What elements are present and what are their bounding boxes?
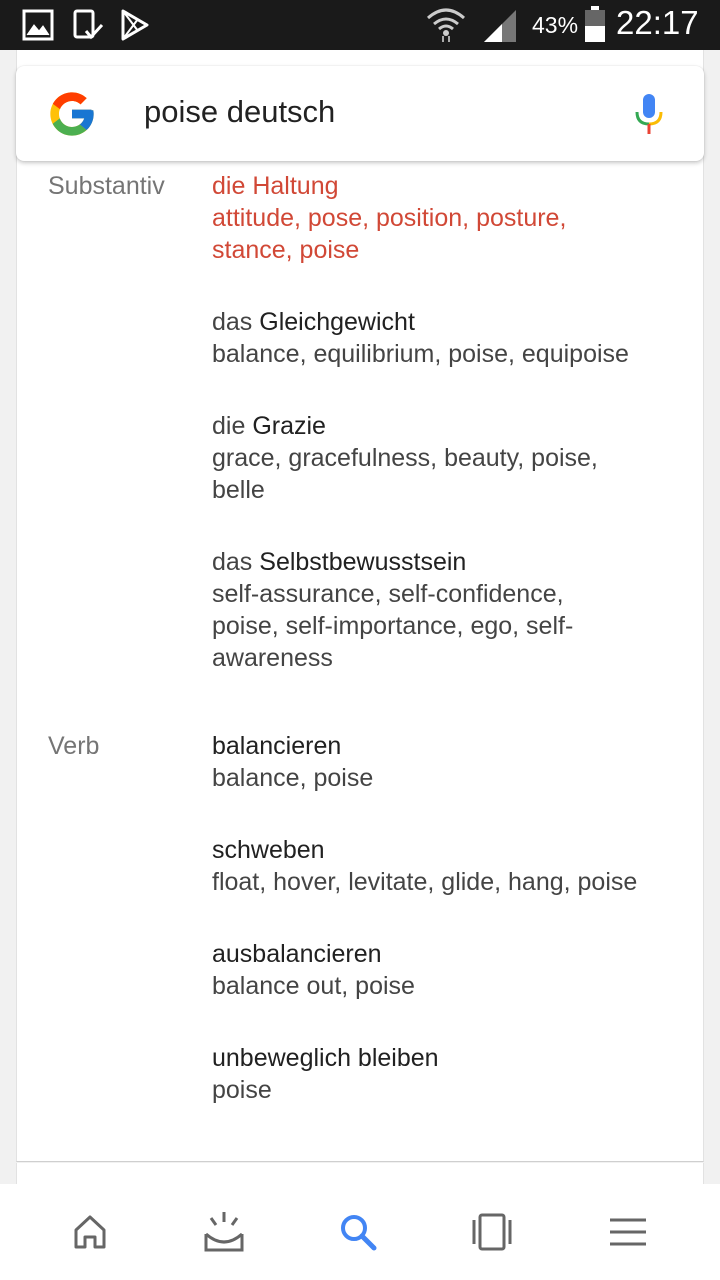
translation-entry[interactable]: balancieren balance, poise <box>212 730 682 794</box>
translation-word: ausbalancieren <box>212 940 382 968</box>
menu-icon[interactable] <box>604 1208 652 1256</box>
translation-word: Grazie <box>252 412 326 440</box>
translation-entry[interactable]: das Gleichgewicht balance, equilibrium, … <box>212 306 682 370</box>
synonyms: stance, poise <box>212 236 360 264</box>
translation-entry[interactable]: unbeweglich bleiben poise <box>212 1042 682 1106</box>
translation-entry[interactable]: die Haltung attitude, pose, position, po… <box>212 170 682 266</box>
translation-entry[interactable]: die Grazie grace, gracefulness, beauty, … <box>212 410 682 506</box>
synonyms: grace, gracefulness, beauty, poise, <box>212 444 598 472</box>
pos-label-verb: Verb <box>48 732 100 760</box>
updates-icon[interactable] <box>200 1208 248 1256</box>
translation-entry[interactable]: ausbalancieren balance out, poise <box>212 938 682 1002</box>
search-box[interactable]: poise deutsch <box>16 66 704 161</box>
translation-word: Gleichgewicht <box>259 308 415 336</box>
synonyms: belle <box>212 476 265 504</box>
translation-word: balancieren <box>212 732 342 760</box>
synonyms: float, hover, levitate, glide, hang, poi… <box>212 868 638 896</box>
synonyms: awareness <box>212 644 333 672</box>
synonyms: poise <box>212 1076 272 1104</box>
article: das <box>212 548 253 576</box>
synonyms: balance, poise <box>212 764 374 792</box>
home-icon[interactable] <box>66 1208 114 1256</box>
bottom-navigation <box>0 1184 720 1280</box>
translation-entry[interactable]: das Selbstbewusstsein self-assurance, se… <box>212 546 682 674</box>
search-query[interactable]: poise deutsch <box>144 94 335 130</box>
synonyms: attitude, pose, position, posture, <box>212 204 567 232</box>
recent-tabs-icon[interactable] <box>468 1208 516 1256</box>
search-icon[interactable] <box>334 1208 382 1256</box>
next-card <box>16 1163 704 1185</box>
synonyms: balance out, poise <box>212 972 415 1000</box>
pos-label-noun: Substantiv <box>48 172 165 200</box>
synonyms: self-assurance, self-confidence, <box>212 580 564 608</box>
translation-word: unbeweglich bleiben <box>212 1044 439 1072</box>
translation-word: Haltung <box>252 172 339 200</box>
translation-word: schweben <box>212 836 325 864</box>
translation-entry[interactable]: schweben float, hover, levitate, glide, … <box>212 834 682 898</box>
article: die <box>212 172 246 200</box>
dictionary-content: Substantiv die Haltung attitude, pose, p… <box>0 0 720 1160</box>
google-logo-icon[interactable] <box>46 88 98 140</box>
microphone-icon[interactable] <box>632 92 666 136</box>
article: die <box>212 412 246 440</box>
article: das <box>212 308 253 336</box>
translation-word: Selbstbewusstsein <box>259 548 467 576</box>
synonyms: balance, equilibrium, poise, equipoise <box>212 340 629 368</box>
synonyms: poise, self-importance, ego, self- <box>212 612 574 640</box>
